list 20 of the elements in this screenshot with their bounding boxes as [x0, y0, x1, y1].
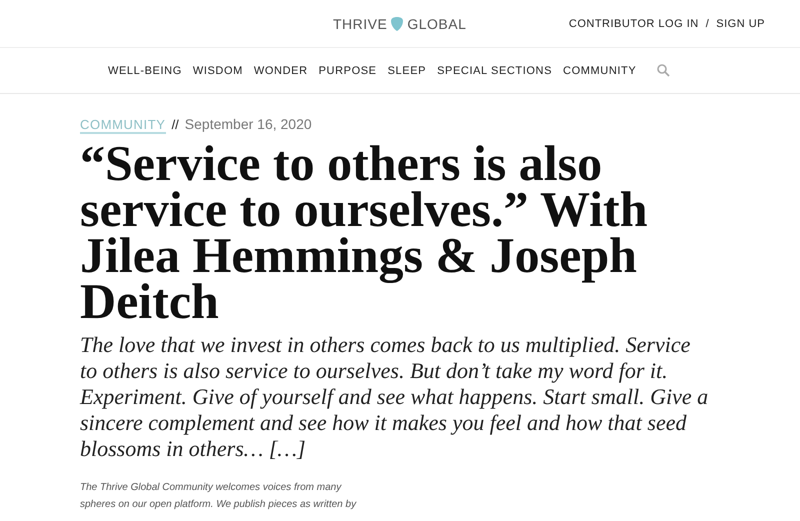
- notice-text: spheres on our open platform. We publish pieces as written by: [80, 499, 358, 510]
- nav-link[interactable]: PURPOSE: [318, 64, 377, 76]
- nav-link[interactable]: COMMUNITY: [563, 64, 636, 76]
- separator-text: /: [706, 18, 710, 30]
- article-summary: The love that we invest in others comes back to us multiplied. Service to others is also service to ourselves. But don’t take my word for it. Experiment. Give of yourself and see what happens. Start small. Give a sincere complement and see how it makes you feel and how that seed blossoms in others… […]: [80, 332, 710, 462]
- nav-link[interactable]: SPECIAL SECTIONS: [437, 64, 552, 76]
- shield-icon: [390, 16, 404, 32]
- nav-link[interactable]: WELL-BEING: [108, 64, 182, 76]
- separator-text: //: [172, 117, 179, 132]
- login-link[interactable]: CONTRIBUTOR LOG IN: [568, 18, 699, 30]
- nav-link[interactable]: WONDER: [254, 64, 308, 76]
- article-title: “Service to others is also service to ourselves.” With Jilea Hemmings & Joseph Deitch: [80, 140, 649, 324]
- search-icon[interactable]: [657, 64, 670, 77]
- nav-link[interactable]: WISDOM: [192, 64, 243, 76]
- notice-text: The Thrive Global Community welcomes voices from many: [80, 482, 343, 493]
- date-text: September 16, 2020: [184, 116, 312, 132]
- signup-link[interactable]: SIGN UP: [716, 18, 765, 30]
- nav-link[interactable]: SLEEP: [388, 64, 426, 76]
- logo-text[interactable]: THRIVE: [333, 16, 388, 32]
- logo-text[interactable]: GLOBAL: [407, 16, 466, 32]
